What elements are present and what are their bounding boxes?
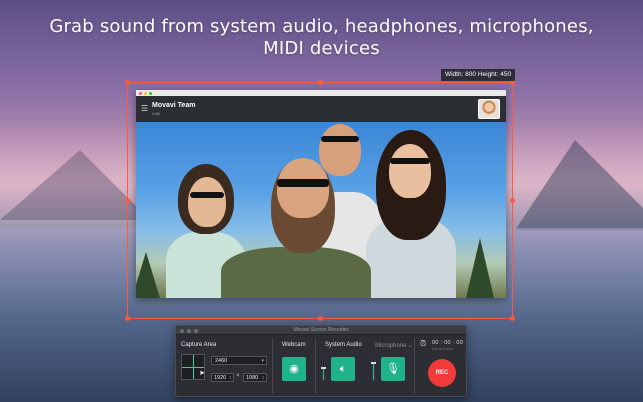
webcam-toggle-button[interactable]: ◉ <box>282 357 306 381</box>
capture-width-value: 1920 <box>214 375 227 381</box>
capture-height-value: 1080 <box>246 375 259 381</box>
microphone-level-knob[interactable] <box>371 362 376 364</box>
microphone-icon: 🎙︎ <box>386 363 400 375</box>
headline: Grab sound from system audio, headphones… <box>0 16 643 60</box>
cursor-icon: ➤ <box>199 370 205 377</box>
system-audio-toggle-button[interactable]: 🔈︎ <box>331 357 355 381</box>
recorder-titlebar: Movavi Screen Recorder <box>176 326 466 335</box>
capture-area-selector[interactable]: ➤ <box>181 354 205 380</box>
chevron-down-icon: ▾ <box>261 358 264 364</box>
resize-handle-left[interactable] <box>125 198 130 203</box>
stepper-icon[interactable]: ⇕ <box>262 374 265 382</box>
resize-handle-bottom-right[interactable] <box>510 316 515 321</box>
section-divider <box>272 338 273 394</box>
resize-handle-bottom[interactable] <box>318 316 323 321</box>
alarm-clock-icon[interactable]: ⏰︎ <box>420 340 426 348</box>
headline-line-2: MIDI devices <box>263 38 380 59</box>
recorder-close-dot[interactable] <box>180 328 184 333</box>
webcam-icon: ◉ <box>289 363 299 375</box>
timer-units: HR MIN SEC <box>432 347 454 351</box>
recorder-minimize-dot[interactable] <box>187 328 191 333</box>
recorder-window-title: Movavi Screen Recorder <box>293 327 349 333</box>
microphone-level-slider[interactable] <box>371 357 376 381</box>
system-audio-label: System Audio <box>325 342 362 348</box>
screen-recorder-panel: Movavi Screen Recorder Capture Area ➤ 24… <box>175 325 467 397</box>
section-divider <box>414 338 415 394</box>
speaker-icon: 🔈︎ <box>339 363 347 375</box>
system-audio-level-knob[interactable] <box>321 367 326 369</box>
resize-handle-top-left[interactable] <box>125 80 130 85</box>
capture-width-field[interactable]: 1920 ⇕ <box>211 373 234 382</box>
capture-preset-select[interactable]: 2460 ▾ <box>211 356 267 365</box>
crosshair-vertical <box>193 355 194 379</box>
capture-height-field[interactable]: 1080 ⇕ <box>243 373 267 382</box>
system-audio-level-slider[interactable] <box>321 357 326 381</box>
microphone-toggle-button[interactable]: 🎙︎ <box>381 357 405 381</box>
background-mountain-right <box>515 140 643 230</box>
webcam-label: Webcam <box>282 342 306 348</box>
resize-handle-bottom-left[interactable] <box>125 316 130 321</box>
microphone-label[interactable]: Microphone ⌄ <box>375 342 413 349</box>
section-divider <box>315 338 316 394</box>
system-audio-level-fill <box>323 367 324 380</box>
microphone-level-fill <box>373 362 374 380</box>
headline-line-1: Grab sound from system audio, headphones… <box>49 16 594 37</box>
recorder-maximize-dot[interactable] <box>194 328 198 333</box>
microphone-dropdown-caret[interactable]: ⌄ <box>408 343 413 349</box>
resize-handle-right[interactable] <box>510 198 515 203</box>
record-button[interactable]: REC <box>428 359 456 387</box>
recording-timer: 00 : 00 : 00 <box>432 340 464 346</box>
times-symbol: × <box>236 373 240 379</box>
capture-area-frame[interactable] <box>127 82 513 319</box>
capture-preset-value: 2460 <box>215 358 228 364</box>
capture-area-label: Capture Area <box>181 342 217 348</box>
capture-dimensions-label: Width: 800 Height: 450 <box>441 69 515 81</box>
stepper-icon[interactable]: ⇕ <box>229 374 232 382</box>
microphone-label-text: Microphone <box>375 343 407 349</box>
resize-handle-top[interactable] <box>318 80 323 85</box>
